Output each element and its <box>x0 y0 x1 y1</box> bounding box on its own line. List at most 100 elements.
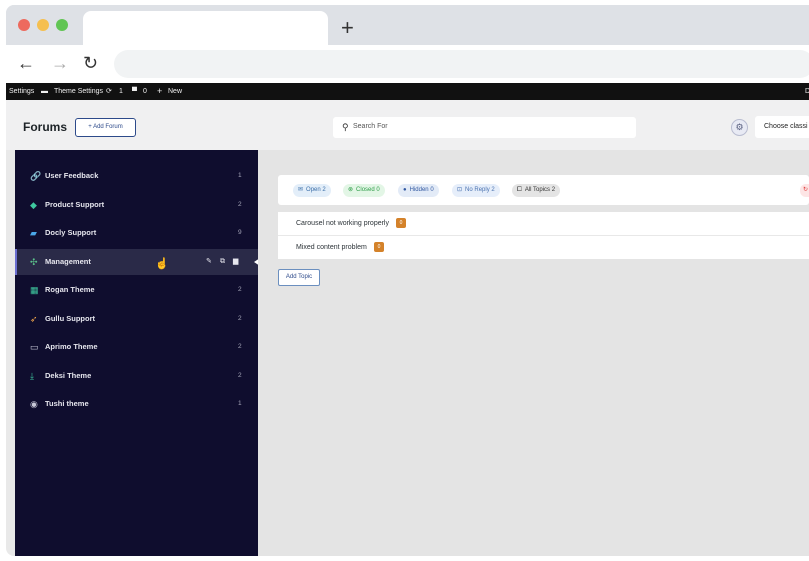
topics-panel: ✉ Open 2 ⊗ Closed 0 ● Hidden 0 ⊡ No Reply 2 … <box>258 150 809 556</box>
new-tab-plus-icon[interactable]: + <box>341 17 354 39</box>
sidebar-item-rogan-theme[interactable]: ▦ Rogan Theme 2 <box>15 277 258 303</box>
sidebar-item-label: Management <box>45 257 91 266</box>
filter-no-reply[interactable]: ⊡ No Reply 2 <box>452 184 500 197</box>
admin-account-link[interactable]: D <box>805 88 809 96</box>
topic-title[interactable]: Mixed content problem <box>296 243 367 252</box>
sidebar-item-label: Product Support <box>45 200 105 209</box>
topic-row[interactable]: Mixed content problem 0 <box>278 236 809 259</box>
forums-header: Forums + Add Forum ⚲ Search For ⚙ Choose… <box>6 100 809 150</box>
page-title: Forums <box>23 120 68 134</box>
gear-icon[interactable]: ⚙ <box>731 119 748 136</box>
sidebar-item-count: 2 <box>238 315 242 322</box>
sidebar-item-label: Gullu Support <box>45 314 95 323</box>
grid-icon: ▦ <box>30 285 39 295</box>
filter-open[interactable]: ✉ Open 2 <box>293 184 331 197</box>
filter-count: 2 <box>322 187 326 193</box>
sidebar-item-count: 9 <box>238 229 242 236</box>
search-icon: ⚲ <box>342 122 349 132</box>
address-bar[interactable] <box>114 50 809 78</box>
edit-icon[interactable]: ✎ <box>206 257 212 267</box>
comments-count[interactable]: 0 <box>143 88 147 96</box>
sidebar-item-label: Deksi Theme <box>45 371 92 380</box>
globe-icon: ◉ <box>30 399 38 409</box>
browser-window: + ← → ↻ Settings ▬ Theme Settings ⟳ 1 ▀ … <box>6 5 809 556</box>
add-topic-button[interactable]: Add Topic <box>278 269 320 286</box>
inbox-icon: ⊡ <box>457 187 463 193</box>
reload-icon[interactable]: ↻ <box>83 53 98 73</box>
rocket-icon: ➶ <box>30 314 38 324</box>
download-icon: ⤓ <box>30 371 34 381</box>
back-arrow-icon[interactable]: ← <box>17 53 35 73</box>
sidebar-item-label: Rogan Theme <box>45 285 95 294</box>
sidebar-item-count: 2 <box>238 372 242 379</box>
palette-icon: ▬ <box>41 88 48 95</box>
browser-tab[interactable] <box>83 11 328 45</box>
wp-admin-bar: Settings ▬ Theme Settings ⟳ 1 ▀ 0 + New … <box>6 83 809 100</box>
sidebar-item-label: Aprimo Theme <box>45 342 98 351</box>
browser-nav-bar: ← → ↻ <box>6 45 809 83</box>
filter-hidden[interactable]: ● Hidden 0 <box>398 184 439 197</box>
hand-cursor-icon: ☝ <box>155 258 169 270</box>
sidebar-item-count: 2 <box>238 343 242 350</box>
trash-icon[interactable]: ▆ <box>233 257 238 267</box>
reply-count-badge: 0 <box>396 218 406 228</box>
external-link-icon[interactable]: ⧉ <box>220 257 225 267</box>
diamond-icon: ◆ <box>30 200 37 210</box>
mail-icon: ✉ <box>298 187 304 193</box>
filter-closed[interactable]: ⊗ Closed 0 <box>343 184 385 197</box>
sidebar-item-aprimo-theme[interactable]: ▭ Aprimo Theme 2 <box>15 334 258 360</box>
sidebar-item-count: 2 <box>238 201 242 208</box>
add-forum-label: Add Forum <box>93 124 123 130</box>
minimize-window-button[interactable] <box>37 19 49 31</box>
chat-icon: ▰ <box>30 228 37 238</box>
filter-count: 0 <box>430 187 434 193</box>
sidebar-item-label: Docly Support <box>45 228 97 237</box>
tools-icon: ✣ <box>30 257 38 267</box>
sidebar-item-count: 2 <box>238 286 242 293</box>
comments-icon: ⧠ <box>517 187 522 193</box>
forward-arrow-icon[interactable]: → <box>51 53 69 73</box>
close-window-button[interactable] <box>18 19 30 31</box>
eye-off-icon: ● <box>403 187 407 193</box>
filter-count: 2 <box>491 187 495 193</box>
filter-count: 2 <box>551 187 556 193</box>
sidebar-item-user-feedback[interactable]: 🔗 User Feedback 1 <box>15 163 258 189</box>
filter-all-topics[interactable]: ⧠ All Topics 2 <box>512 184 561 197</box>
x-circle-icon: ⊗ <box>348 187 354 193</box>
filter-label: Closed <box>356 187 375 193</box>
topic-filter-bar: ✉ Open 2 ⊗ Closed 0 ● Hidden 0 ⊡ No Reply 2 … <box>278 175 809 205</box>
maximize-window-button[interactable] <box>56 19 68 31</box>
search-input[interactable]: ⚲ Search For <box>333 117 636 138</box>
forums-sidebar: 🔗 User Feedback 1 ◆ Product Support 2 ▰ … <box>15 150 260 556</box>
filter-label: Open <box>306 187 321 193</box>
updates-icon: ⟳ <box>106 88 112 95</box>
choose-class-select[interactable]: Choose classi <box>755 116 809 138</box>
add-forum-button[interactable]: + Add Forum <box>75 118 136 137</box>
topic-title[interactable]: Carousel not working properly <box>296 219 389 228</box>
sidebar-item-gullu-support[interactable]: ➶ Gullu Support 2 <box>15 306 258 332</box>
admin-settings-link[interactable]: Settings <box>9 88 34 96</box>
refresh-icon[interactable]: ↻ <box>800 184 809 197</box>
filter-label: All Topics <box>524 187 551 193</box>
link-icon: 🔗 <box>30 171 42 181</box>
sidebar-item-deksi-theme[interactable]: ⤓ Deksi Theme 2 <box>15 363 258 389</box>
plus-icon: + <box>157 86 163 96</box>
sidebar-item-management[interactable]: ✣ Management ☝ ✎ ⧉ ▆ <box>15 249 260 275</box>
search-placeholder: Search For <box>353 123 388 130</box>
filter-count: 0 <box>376 187 380 193</box>
filter-label: No Reply <box>465 187 490 193</box>
sidebar-item-product-support[interactable]: ◆ Product Support 2 <box>15 192 258 218</box>
admin-theme-settings-link[interactable]: Theme Settings <box>54 88 103 96</box>
sidebar-item-count: 1 <box>238 172 242 179</box>
topic-list: Carousel not working properly 0 Mixed co… <box>278 212 809 259</box>
sidebar-item-tushi-theme[interactable]: ◉ Tushi theme 1 <box>15 391 258 417</box>
monitor-icon: ▭ <box>30 342 39 352</box>
sidebar-item-label: User Feedback <box>45 171 99 180</box>
browser-tab-bar: + <box>6 5 809 45</box>
sidebar-item-label: Tushi theme <box>45 399 89 408</box>
topic-row[interactable]: Carousel not working properly 0 <box>278 212 809 236</box>
admin-new-link[interactable]: New <box>168 88 182 96</box>
updates-count[interactable]: 1 <box>119 88 123 96</box>
sidebar-item-docly-support[interactable]: ▰ Docly Support 9 <box>15 220 258 246</box>
filter-label: Hidden <box>409 187 429 193</box>
